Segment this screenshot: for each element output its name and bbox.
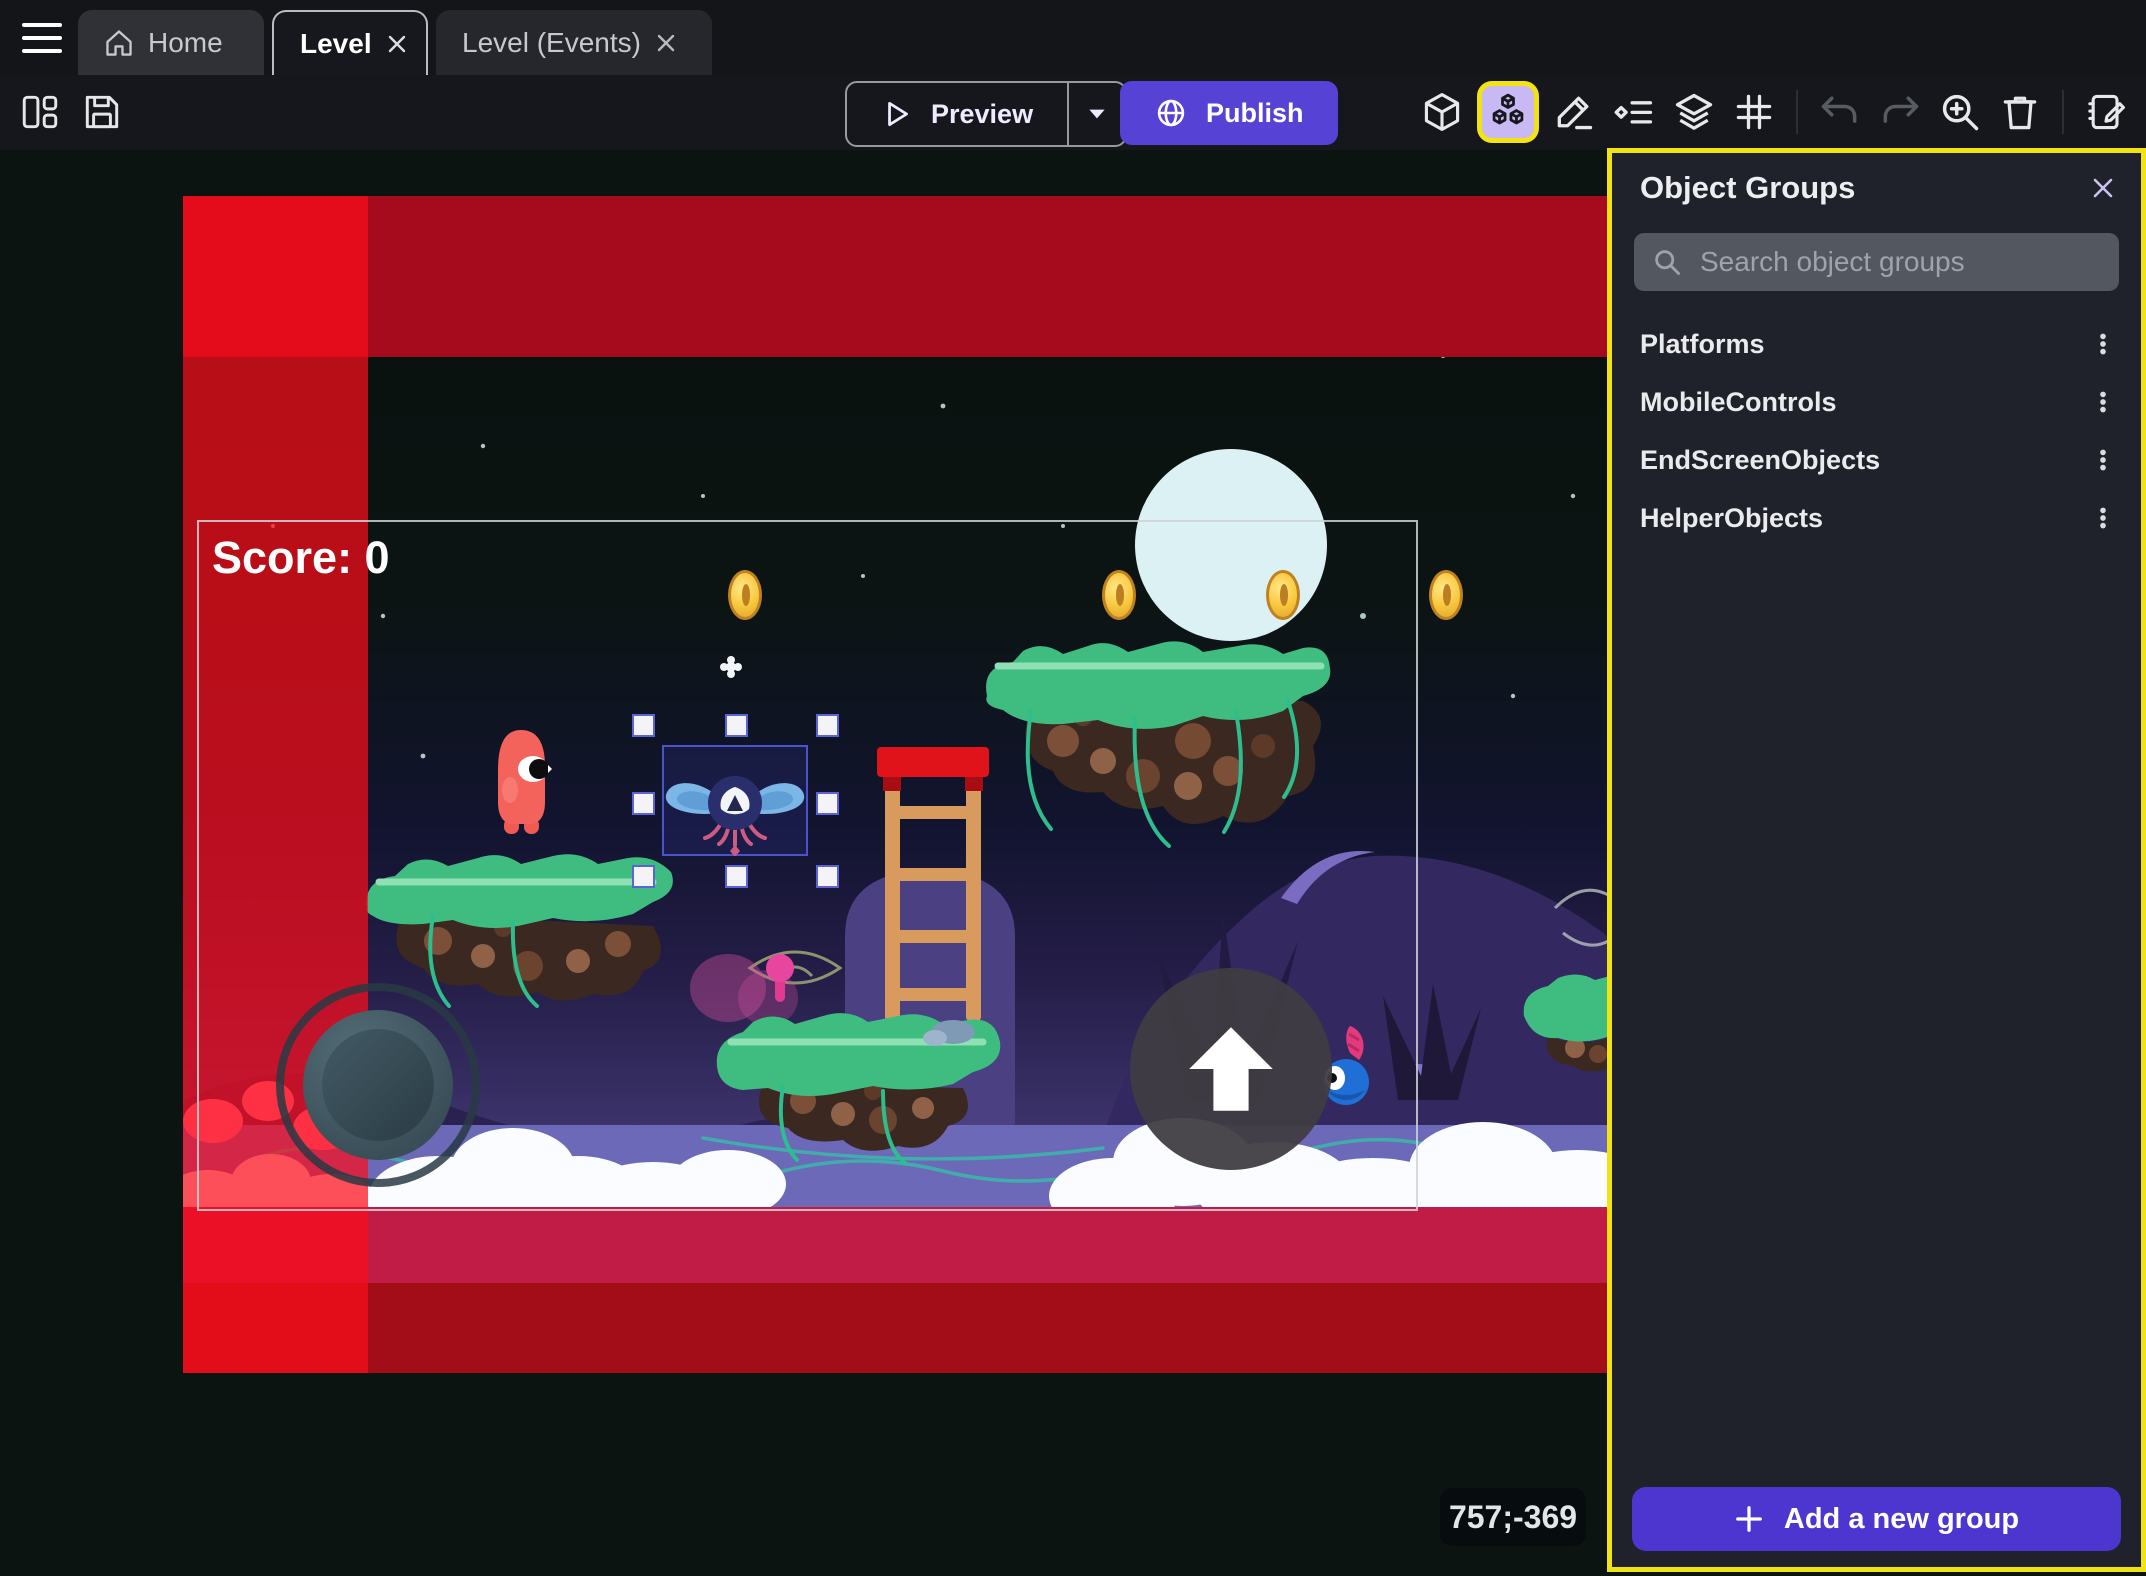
toolbar-separator [1796, 90, 1798, 134]
close-icon[interactable] [655, 32, 677, 54]
tab-label: Level (Events) [462, 27, 641, 59]
coin-object[interactable] [1102, 570, 1136, 620]
redo-icon[interactable] [1874, 86, 1926, 138]
group-row-endscreenobjects[interactable]: EndScreenObjects [1612, 431, 2141, 489]
add-group-label: Add a new group [1784, 1503, 2019, 1536]
selection-handle[interactable] [632, 792, 655, 815]
caret-down-icon [1085, 104, 1109, 124]
toolbar-separator [2062, 90, 2064, 134]
save-icon[interactable] [76, 86, 128, 138]
kebab-menu-icon[interactable] [2081, 322, 2125, 366]
tab-label: Level [300, 28, 372, 60]
flower-object[interactable] [719, 655, 743, 679]
close-icon[interactable] [386, 33, 408, 55]
add-group-button[interactable]: Add a new group [1632, 1487, 2121, 1551]
group-list: Platforms MobileControls EndScreenObject… [1612, 315, 2141, 547]
preview-button[interactable]: Preview [847, 83, 1067, 145]
selection-handle[interactable] [816, 792, 839, 815]
layers-icon[interactable] [1668, 86, 1720, 138]
coin-object[interactable] [728, 570, 762, 620]
red-player-object[interactable] [490, 726, 552, 838]
trash-icon[interactable] [1994, 86, 2046, 138]
panel-header: Object Groups [1612, 153, 2141, 223]
selection-handle[interactable] [816, 714, 839, 737]
joystick-knob-inner [322, 1029, 434, 1141]
tab-home[interactable]: Home [78, 10, 264, 75]
selection-handle[interactable] [725, 865, 748, 888]
grid-icon[interactable] [1728, 86, 1780, 138]
close-icon[interactable] [2089, 174, 2117, 202]
up-arrow-icon [1176, 1014, 1286, 1124]
undo-icon[interactable] [1814, 86, 1866, 138]
preview-button-group: Preview [845, 81, 1127, 147]
flying-enemy-selected[interactable] [662, 745, 808, 856]
jump-button-object[interactable] [1130, 968, 1332, 1170]
ground-strip [183, 1207, 1610, 1283]
tab-label: Home [148, 27, 223, 59]
play-icon [881, 98, 913, 130]
kebab-menu-icon[interactable] [2081, 380, 2125, 424]
group-row-mobilecontrols[interactable]: MobileControls [1612, 373, 2141, 431]
tab-bar: Home Level Level (Events) [0, 0, 2146, 75]
panels-icon[interactable] [14, 86, 66, 138]
edit-properties-icon[interactable] [2080, 86, 2132, 138]
group-row-platforms[interactable]: Platforms [1612, 315, 2141, 373]
search-input[interactable] [1698, 245, 2101, 279]
cursor-coordinates: 757;-369 [1440, 1488, 1586, 1546]
group-row-helperobjects[interactable]: HelperObjects [1612, 489, 2141, 547]
kebab-menu-icon[interactable] [2081, 496, 2125, 540]
selection-handle[interactable] [632, 714, 655, 737]
instances-list-icon[interactable] [1608, 86, 1660, 138]
selection-handle[interactable] [632, 865, 655, 888]
pencil-icon[interactable] [1548, 86, 1600, 138]
search-box [1634, 233, 2119, 291]
coin-object[interactable] [1266, 570, 1300, 620]
home-icon [104, 28, 134, 58]
publish-label: Publish [1206, 98, 1304, 129]
search-icon [1652, 247, 1682, 277]
preview-dropdown-button[interactable] [1067, 83, 1125, 145]
game-scene: Score: 0 [183, 196, 1610, 1373]
object-groups-icon[interactable] [1482, 86, 1534, 138]
object-groups-panel: Object Groups Platforms MobileControls E… [1607, 148, 2146, 1572]
hamburger-icon[interactable] [16, 17, 68, 59]
toolbar: Preview Publish [0, 75, 2146, 151]
tab-level-events[interactable]: Level (Events) [436, 10, 712, 75]
plus-icon [1734, 1504, 1764, 1534]
selection-handle[interactable] [725, 714, 748, 737]
zoom-in-icon[interactable] [1934, 86, 1986, 138]
score-text[interactable]: Score: 0 [212, 532, 390, 584]
publish-button[interactable]: Publish [1120, 81, 1338, 145]
kebab-menu-icon[interactable] [2081, 438, 2125, 482]
tab-level-active[interactable]: Level [272, 10, 428, 75]
preview-label: Preview [931, 99, 1033, 130]
panel-title: Object Groups [1640, 170, 1855, 206]
red-zone-bottom[interactable] [183, 1283, 1610, 1373]
objects-icon[interactable] [1416, 86, 1468, 138]
selection-handle[interactable] [816, 865, 839, 888]
globe-icon [1154, 96, 1188, 130]
coin-object[interactable] [1429, 570, 1463, 620]
red-zone-top[interactable] [183, 196, 1610, 357]
